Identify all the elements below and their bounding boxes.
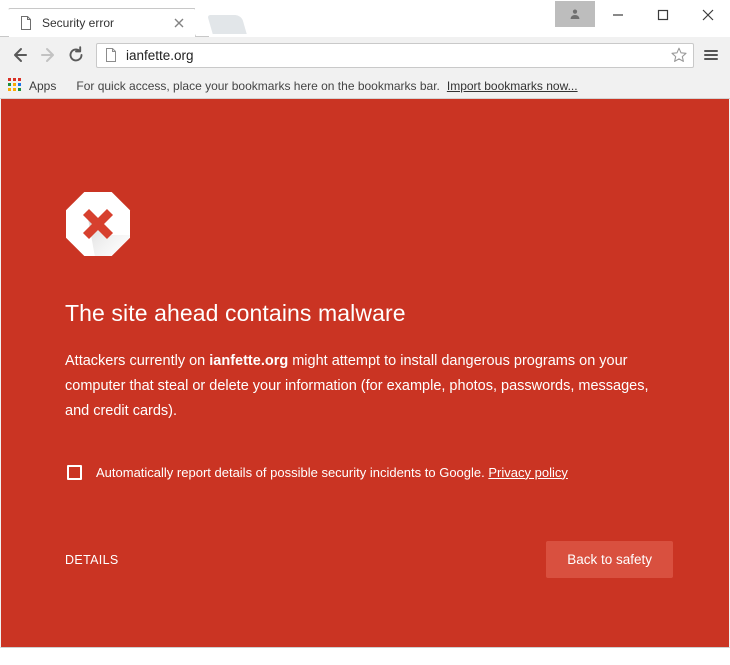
star-icon[interactable] bbox=[668, 44, 690, 66]
minimize-button[interactable] bbox=[595, 0, 640, 29]
blank-page-icon bbox=[18, 15, 34, 31]
back-to-safety-button[interactable]: Back to safety bbox=[546, 541, 673, 578]
details-button[interactable]: DETAILS bbox=[65, 545, 119, 575]
bookmarks-bar: Apps For quick access, place your bookma… bbox=[0, 73, 730, 99]
reload-icon[interactable] bbox=[62, 41, 90, 69]
tab-right-slant bbox=[195, 8, 209, 36]
octagon-x-icon bbox=[65, 191, 131, 257]
malware-interstitial: The site ahead contains malware Attacker… bbox=[1, 99, 729, 578]
tab-left-slant bbox=[0, 8, 9, 36]
privacy-policy-link[interactable]: Privacy policy bbox=[488, 465, 567, 480]
window-caption-buttons bbox=[555, 0, 730, 30]
hamburger-menu-icon[interactable] bbox=[698, 41, 724, 69]
address-bar-text[interactable]: ianfette.org bbox=[126, 48, 668, 63]
page-title: The site ahead contains malware bbox=[65, 300, 406, 326]
browser-window: Security error ianfette.org Apps For qui… bbox=[0, 0, 730, 665]
tab-strip: Security error bbox=[0, 0, 730, 37]
import-bookmarks-link[interactable]: Import bookmarks now... bbox=[447, 79, 578, 93]
report-checkbox[interactable] bbox=[67, 465, 82, 481]
apps-grid-icon[interactable] bbox=[8, 78, 23, 93]
blank-page-icon bbox=[103, 47, 119, 63]
interstitial-actions: DETAILS Back to safety bbox=[65, 541, 673, 578]
report-optin-label: Automatically report details of possible… bbox=[96, 464, 568, 482]
close-icon[interactable] bbox=[171, 15, 187, 31]
maximize-button[interactable] bbox=[640, 0, 685, 29]
tab-title: Security error bbox=[42, 15, 115, 30]
close-window-button[interactable] bbox=[685, 0, 730, 29]
address-bar[interactable]: ianfette.org bbox=[96, 42, 694, 68]
warning-description: Attackers currently on ianfette.org migh… bbox=[65, 349, 673, 424]
report-optin-row: Automatically report details of possible… bbox=[67, 464, 673, 482]
forward-arrow-icon bbox=[34, 41, 62, 69]
tab-security-error[interactable]: Security error bbox=[0, 8, 209, 37]
browser-toolbar: ianfette.org bbox=[0, 37, 730, 73]
profile-button[interactable] bbox=[555, 1, 595, 27]
description-prefix: Attackers currently on bbox=[65, 352, 210, 369]
bookmarks-hint: For quick access, place your bookmarks h… bbox=[76, 78, 440, 93]
description-domain: ianfette.org bbox=[209, 352, 289, 369]
report-optin-text: Automatically report details of possible… bbox=[96, 464, 485, 480]
back-arrow-icon[interactable] bbox=[6, 41, 34, 69]
page-content: The site ahead contains malware Attacker… bbox=[0, 99, 730, 648]
new-tab-button[interactable] bbox=[207, 15, 247, 34]
apps-label[interactable]: Apps bbox=[29, 79, 56, 93]
